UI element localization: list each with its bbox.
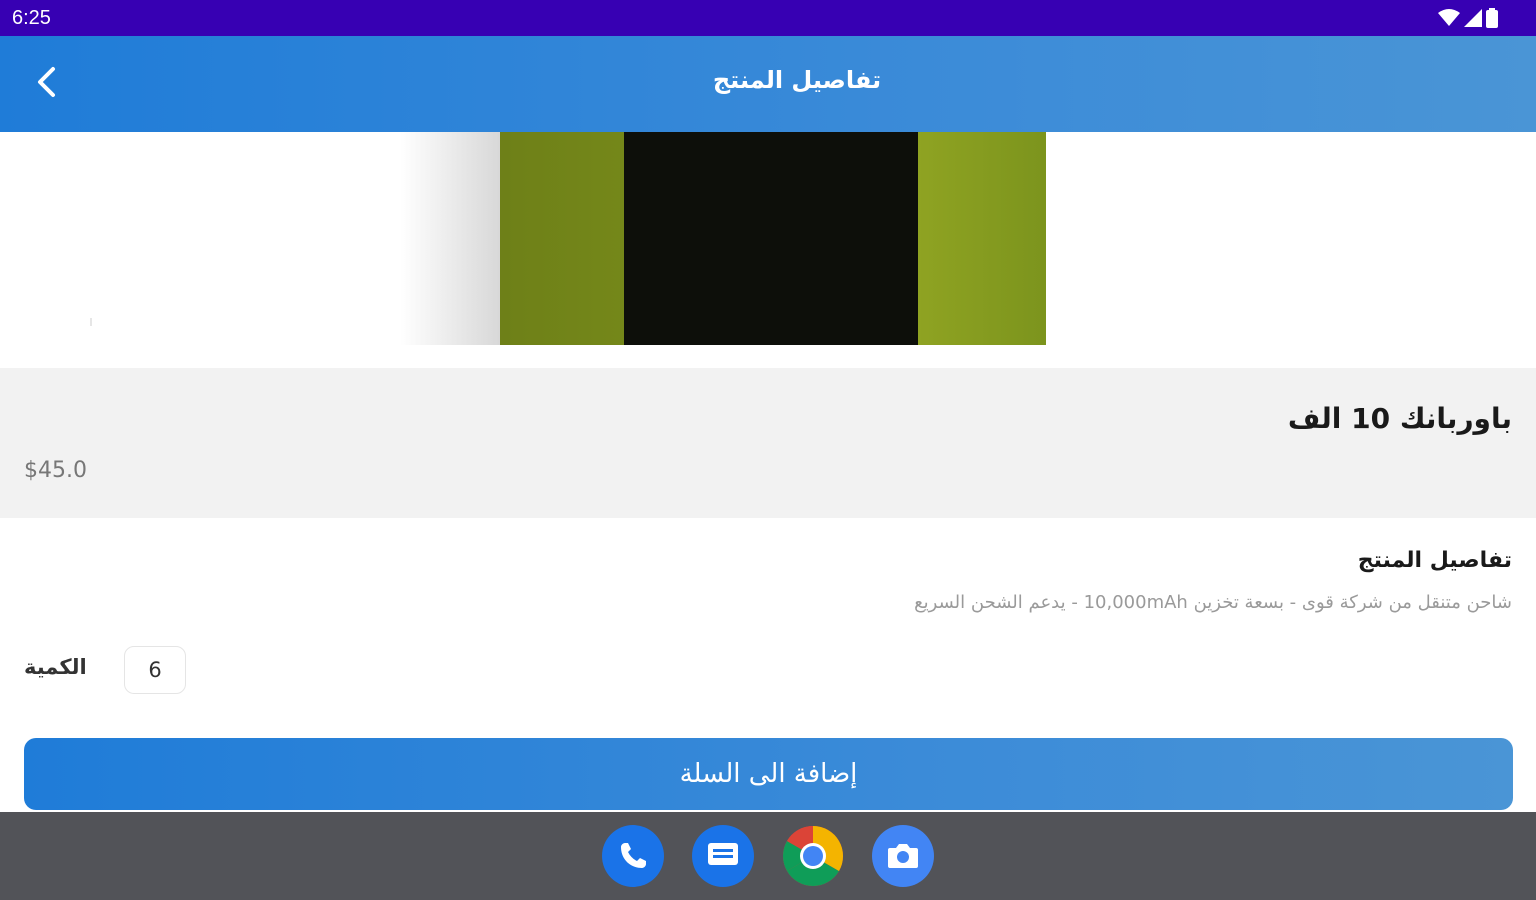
camera-icon[interactable]: [872, 825, 934, 887]
signal-icon: [1464, 9, 1482, 27]
product-image-background: [918, 132, 1046, 345]
quantity-label: الكمية: [24, 655, 87, 679]
battery-icon: [1486, 8, 1498, 28]
phone-icon[interactable]: [602, 825, 664, 887]
image-shadow: [400, 132, 500, 345]
nav-bar: [0, 812, 1536, 900]
messages-icon[interactable]: [692, 825, 754, 887]
quantity-input[interactable]: 6: [124, 646, 186, 694]
product-image-area: [0, 132, 1536, 368]
status-icons: [1438, 8, 1498, 28]
chrome-icon[interactable]: [782, 825, 844, 887]
page-title: تفاصيل المنتج: [712, 66, 882, 94]
app-bar: تفاصيل المنتج: [0, 36, 1536, 132]
details-text: شاحن متنقل من شركة قوى - بسعة تخزين 10,0…: [914, 592, 1512, 613]
product-name: باوربانك 10 الف: [1287, 402, 1512, 435]
product-image: [500, 132, 1046, 345]
product-image-device: [624, 132, 918, 345]
add-to-cart-button[interactable]: إضافة الى السلة: [24, 738, 1513, 810]
details-heading: تفاصيل المنتج: [1357, 548, 1512, 573]
wifi-icon: [1438, 9, 1460, 27]
image-indicator: [90, 318, 92, 326]
status-time: 6:25: [12, 7, 51, 29]
product-price: $45.0: [24, 458, 87, 483]
status-bar: 6:25: [0, 0, 1536, 36]
product-info-block: باوربانك 10 الف $45.0: [0, 368, 1536, 518]
